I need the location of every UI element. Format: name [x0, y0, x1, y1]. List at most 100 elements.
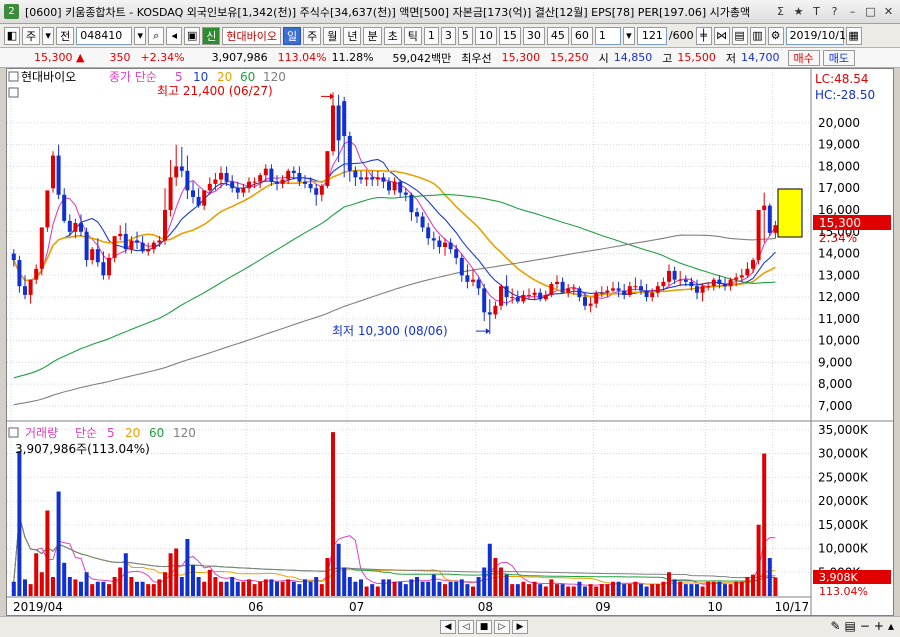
candle-body — [56, 155, 61, 195]
candle-body — [291, 170, 296, 173]
tab-second[interactable]: 초 — [383, 26, 402, 45]
star-icon[interactable]: ★ — [791, 4, 806, 19]
interval-10[interactable]: 10 — [474, 26, 497, 45]
help-icon[interactable]: ? — [827, 4, 842, 19]
interval-60[interactable]: 60 — [570, 26, 593, 45]
time-tick-label: 06 — [248, 600, 263, 614]
volume-bar — [325, 558, 330, 596]
candle-body — [230, 181, 235, 189]
volume-bar — [297, 584, 302, 596]
chevron-down-icon[interactable]: ▾ — [42, 26, 55, 45]
layers-icon[interactable]: ▤ — [845, 619, 856, 633]
highlight-box[interactable] — [777, 188, 803, 238]
candle-body — [745, 268, 750, 276]
candle-body — [241, 188, 246, 193]
volume-bar — [308, 581, 313, 596]
minimize-icon[interactable]: – — [845, 4, 860, 19]
low-price: 14,700 — [741, 51, 780, 64]
code-dropdown-icon[interactable]: ▾ — [134, 26, 147, 45]
tab-month[interactable]: 월 — [323, 26, 342, 45]
candle-body — [555, 281, 559, 285]
volume-bar — [689, 584, 694, 596]
scroll-next-icon[interactable]: ▷ — [494, 620, 510, 634]
tab-year[interactable]: 년 — [343, 26, 362, 45]
search-icon[interactable]: ⌕ — [148, 26, 165, 45]
candle-body — [258, 175, 263, 182]
candle-body — [566, 288, 571, 293]
tab-minute[interactable]: 분 — [363, 26, 382, 45]
interval-30[interactable]: 30 — [522, 26, 545, 45]
zoom-out-icon[interactable]: − — [860, 619, 870, 633]
close-icon[interactable]: ✕ — [881, 4, 896, 19]
volume-bar — [79, 581, 83, 596]
compare-icon[interactable]: ⋈ — [713, 26, 730, 45]
volume-bar — [252, 584, 257, 596]
volume-bar — [347, 577, 352, 596]
indicator-icon[interactable]: ▤ — [731, 26, 748, 45]
pen-icon[interactable]: ✎ — [830, 619, 840, 633]
candle-body — [39, 227, 44, 269]
legend-toggle-icon[interactable] — [8, 71, 19, 82]
candle-body — [549, 284, 554, 295]
candle-body — [286, 170, 291, 180]
tab-tick[interactable]: 틱 — [403, 26, 422, 45]
volume-bar — [353, 581, 358, 596]
count-input[interactable]: 121 — [636, 26, 667, 45]
price-tick-label: 20,000 — [818, 116, 860, 130]
interval-5[interactable]: 5 — [457, 26, 473, 45]
stop-icon[interactable]: ■ — [476, 620, 492, 634]
interval-3[interactable]: 3 — [440, 26, 456, 45]
candle-body — [420, 216, 425, 228]
scroll-first-icon[interactable]: ◀ — [440, 620, 456, 634]
mode-select[interactable]: 주 — [22, 26, 41, 45]
tab-day[interactable]: 일 — [282, 26, 302, 45]
speaker-icon[interactable]: ◂ — [166, 26, 183, 45]
candle-body — [185, 170, 190, 191]
tab-week[interactable]: 주 — [303, 26, 322, 45]
group-icon[interactable]: ▣ — [184, 26, 201, 45]
candle-body — [678, 279, 683, 281]
scroll-last-icon[interactable]: ▶ — [512, 620, 528, 634]
stock-name[interactable]: 현대바이오 — [222, 26, 281, 45]
date-input[interactable]: 2019/10/17 — [785, 26, 853, 45]
fit-icon[interactable]: ▴ — [888, 619, 894, 633]
candle-body — [487, 312, 492, 315]
price-tick-label: 10,000 — [818, 334, 860, 348]
volume-legend-name: 거래량 — [25, 426, 58, 440]
volume-bar — [280, 581, 285, 596]
save-icon[interactable]: ▥ — [749, 26, 766, 45]
sum-icon[interactable]: Σ — [773, 4, 788, 19]
layout-icon[interactable]: ◧ — [4, 26, 20, 45]
calendar-icon[interactable]: ▦ — [845, 26, 862, 45]
interval-15[interactable]: 15 — [498, 26, 521, 45]
gear-icon[interactable]: ⚙ — [767, 26, 784, 45]
candle-type-icon[interactable]: ╪ — [695, 26, 712, 45]
interval-1[interactable]: 1 — [423, 26, 439, 45]
candle-body — [706, 286, 711, 288]
maximize-icon[interactable]: □ — [863, 4, 878, 19]
candle-body — [129, 240, 134, 250]
legend-grid-icon[interactable] — [8, 87, 19, 98]
sell-button[interactable]: 매도 — [822, 49, 856, 66]
interval-45[interactable]: 45 — [546, 26, 569, 45]
buy-button[interactable]: 매수 — [787, 49, 820, 66]
code-input[interactable]: 048410 — [76, 26, 133, 45]
interval-input[interactable]: 1 — [594, 26, 621, 45]
chart-area[interactable]: 7,000 8,000 9,000 10,000 11,000 12,000 13,000 1… — [6, 68, 894, 616]
font-icon[interactable]: T — [809, 4, 824, 19]
mode2-select[interactable]: 전 — [56, 26, 75, 45]
scroll-prev-icon[interactable]: ◁ — [458, 620, 474, 634]
interval-dropdown-icon[interactable]: ▾ — [622, 26, 635, 45]
volume-legend-toggle-icon[interactable] — [8, 427, 19, 438]
candle-body — [459, 257, 464, 276]
candle-body — [297, 172, 302, 182]
stock-chart[interactable]: 7,000 8,000 9,000 10,000 11,000 12,000 13,000 1… — [7, 69, 893, 615]
candle-body — [493, 305, 498, 315]
candle-body — [723, 284, 727, 287]
zoom-in-icon[interactable]: + — [874, 619, 884, 633]
price-tick-label: 8,000 — [818, 377, 852, 391]
volume-legend-ma120: 120 — [173, 426, 196, 440]
volume-bar — [129, 577, 134, 596]
volume-ma-lines — [13, 516, 776, 586]
candle-body — [347, 135, 352, 171]
